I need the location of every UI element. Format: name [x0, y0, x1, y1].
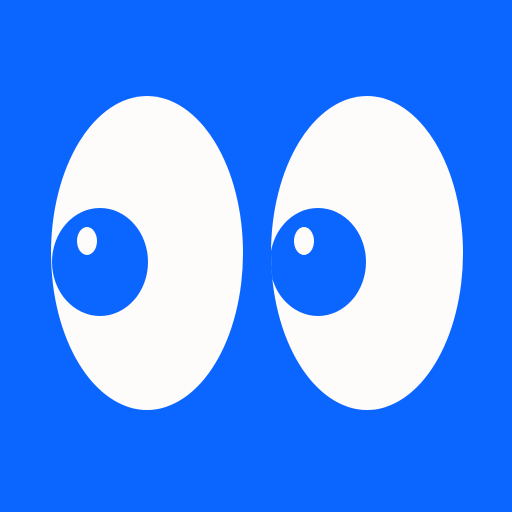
right-eye-pupil	[271, 208, 366, 316]
left-eye	[51, 96, 243, 410]
googly-eyes-icon	[0, 0, 512, 512]
right-eye	[271, 96, 463, 410]
left-eye-highlight	[77, 227, 97, 255]
left-eye-pupil	[52, 208, 148, 316]
right-eye-highlight	[294, 227, 314, 255]
app-icon-tile	[0, 0, 512, 512]
